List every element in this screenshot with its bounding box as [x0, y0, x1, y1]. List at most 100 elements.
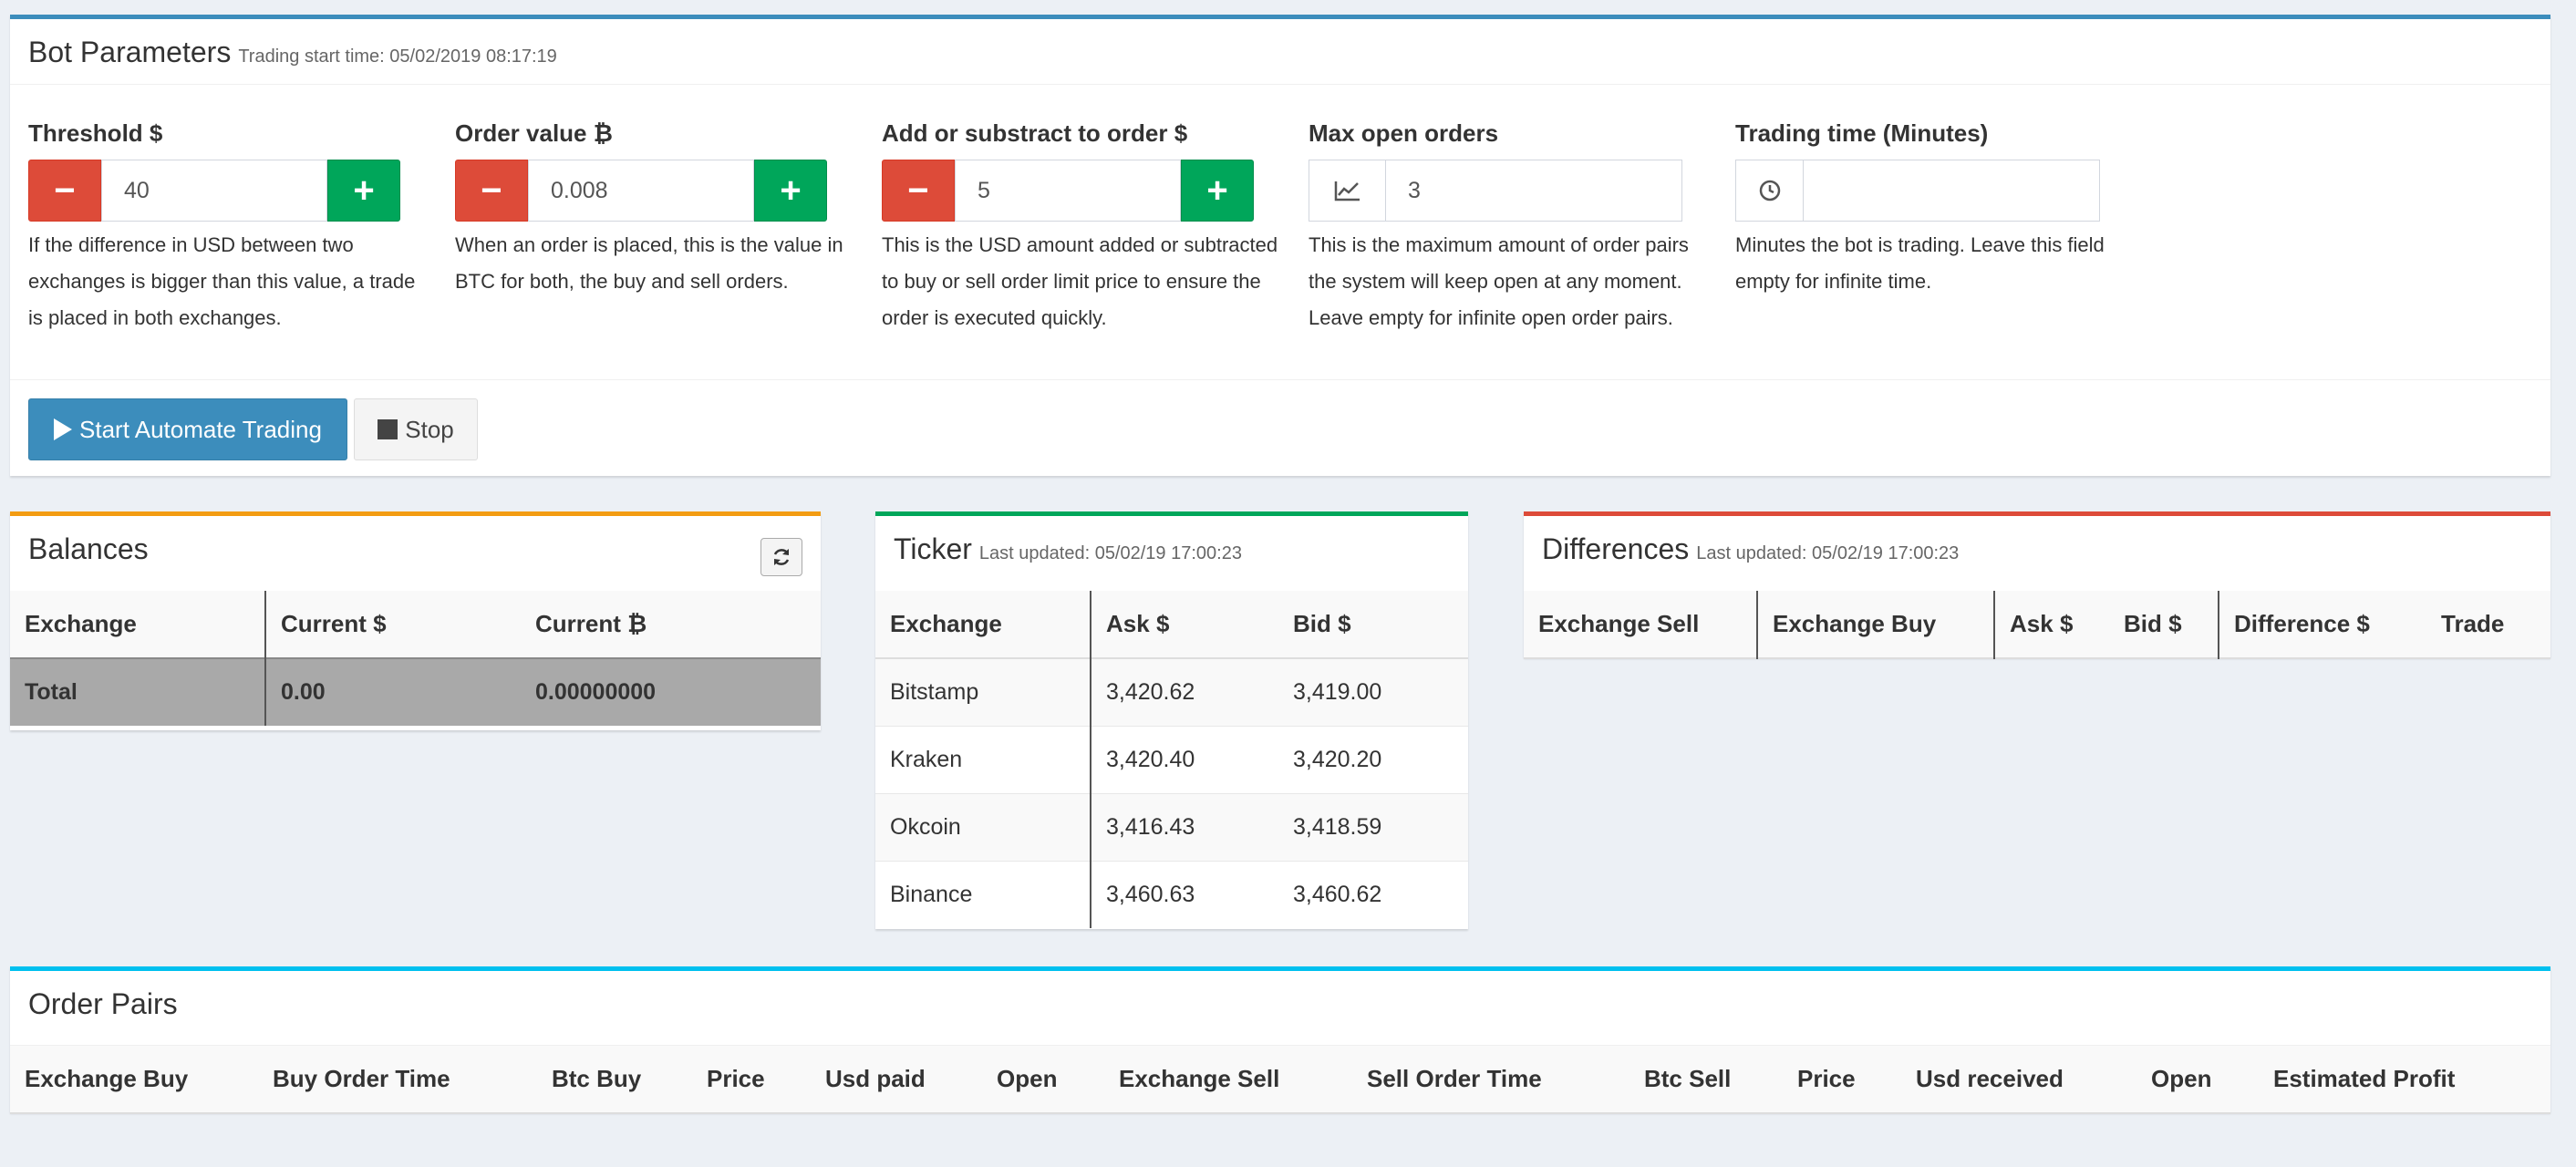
trading-time-param: Trading time (Minutes) Minutes the bot i…	[1735, 119, 2136, 300]
add-substract-param: Add or substract to order $ − 5 + This i…	[882, 119, 1283, 336]
ticker-table: Exchange Ask $ Bid $ Bitstamp 3,420.62 3…	[875, 591, 1468, 928]
order-pairs-header: Order Pairs	[10, 971, 2550, 1046]
balances-table: Exchange Current $ Current ₿ Total 0.00 …	[10, 591, 821, 726]
col-usd-received: Usd received	[1916, 1065, 2064, 1092]
ticker-bid: 3,420.20	[1278, 725, 1468, 793]
add-substract-label: Add or substract to order	[882, 119, 1168, 147]
balances-col-current-btc: Current	[535, 610, 621, 637]
differences-header-row: Exchange Sell Exchange Buy Ask $ Bid $ D…	[1524, 591, 2550, 658]
order-value-input[interactable]: 0.008	[528, 160, 754, 222]
differences-col-exchange-sell: Exchange Sell	[1538, 610, 1700, 637]
max-open-orders-param: Max open orders 3 This is the maximum am…	[1309, 119, 1710, 336]
col-sell-order-time: Sell Order Time	[1367, 1065, 1542, 1092]
balances-header-row: Exchange Current $ Current ₿	[10, 591, 821, 658]
table-row: Okcoin 3,416.43 3,418.59	[875, 792, 1468, 861]
col-btc-sell: Btc Sell	[1644, 1065, 1732, 1092]
plus-icon: +	[780, 170, 802, 211]
max-open-orders-help: This is the maximum amount of order pair…	[1309, 233, 1689, 329]
table-row: Bitstamp 3,420.62 3,419.00	[875, 657, 1468, 726]
trading-time-input[interactable]	[1803, 160, 2100, 222]
col-open-sell: Open	[2151, 1065, 2212, 1092]
trading-time-help: Minutes the bot is trading. Leave this f…	[1735, 233, 2105, 293]
stop-button[interactable]: Stop	[354, 398, 478, 460]
differences-title: Differences	[1542, 532, 1690, 565]
minus-icon: −	[481, 170, 502, 211]
threshold-increase-button[interactable]: +	[327, 160, 400, 222]
ticker-ask: 3,460.63	[1091, 860, 1278, 928]
dollar-icon: $	[149, 119, 163, 147]
col-open-buy: Open	[997, 1065, 1058, 1092]
total-usd: 0.00	[265, 657, 521, 726]
col-exchange-buy: Exchange Buy	[25, 1065, 189, 1092]
ticker-col-ask: Ask	[1106, 610, 1150, 637]
balances-title: Balances	[28, 532, 149, 565]
table-row: Kraken 3,420.40 3,420.20	[875, 725, 1468, 793]
threshold-help: If the difference in USD between two exc…	[28, 233, 416, 329]
ticker-ask: 3,420.62	[1091, 657, 1278, 726]
start-automate-trading-button[interactable]: Start Automate Trading	[28, 398, 347, 460]
total-label: Total	[10, 657, 266, 726]
minus-icon: −	[54, 170, 76, 211]
order-pairs-table: Exchange Buy Buy Order Time Btc Buy Pric…	[10, 1046, 2550, 1114]
balances-total-row: Total 0.00 0.00000000	[10, 657, 821, 726]
order-value-decrease-button[interactable]: −	[455, 160, 528, 222]
differences-col-bid: Bid	[2124, 610, 2162, 637]
dollar-icon: $	[1174, 119, 1188, 147]
order-value-increase-button[interactable]: +	[754, 160, 827, 222]
col-btc-buy: Btc Buy	[552, 1065, 642, 1092]
col-exchange-sell: Exchange Sell	[1119, 1065, 1280, 1092]
differences-col-ask: Ask	[2010, 610, 2054, 637]
differences-col-exchange-buy: Exchange Buy	[1773, 610, 1937, 637]
ticker-panel: Ticker Last updated: 05/02/19 17:00:23 E…	[875, 511, 1468, 929]
ticker-bid: 3,460.62	[1278, 860, 1468, 928]
stop-label: Stop	[405, 415, 454, 443]
differences-col-difference: Difference	[2234, 610, 2351, 637]
minus-icon: −	[907, 170, 929, 211]
order-value-param: Order value ₿ − 0.008 + When an order is…	[455, 119, 856, 300]
plus-icon: +	[1206, 170, 1228, 211]
add-substract-increase-button[interactable]: +	[1181, 160, 1254, 222]
refresh-icon	[773, 549, 790, 565]
bitcoin-icon: ₿	[593, 119, 613, 147]
bot-parameters-title: Bot Parameters	[28, 36, 232, 68]
col-buy-order-time: Buy Order Time	[273, 1065, 450, 1092]
ticker-bid: 3,419.00	[1278, 657, 1468, 726]
add-substract-help: This is the USD amount added or subtract…	[882, 233, 1278, 329]
dollar-icon: $	[2356, 610, 2370, 637]
differences-col-trade: Trade	[2441, 610, 2505, 637]
differences-last-updated: Last updated: 05/02/19 17:00:23	[1696, 543, 1960, 563]
add-substract-decrease-button[interactable]: −	[882, 160, 955, 222]
threshold-decrease-button[interactable]: −	[28, 160, 101, 222]
differences-header: Differences Last updated: 05/02/19 17:00…	[1524, 516, 2550, 591]
ticker-header: Ticker Last updated: 05/02/19 17:00:23	[875, 516, 1468, 591]
differences-table: Exchange Sell Exchange Buy Ask $ Bid $ D…	[1524, 591, 2550, 659]
threshold-input[interactable]: 40	[101, 160, 327, 222]
order-value-help: When an order is placed, this is the val…	[455, 233, 843, 293]
balances-header: Balances	[10, 516, 821, 591]
dollar-icon: $	[1155, 610, 1170, 637]
threshold-label: Threshold	[28, 119, 143, 147]
start-label: Start Automate Trading	[79, 415, 322, 443]
ticker-title: Ticker	[894, 532, 972, 565]
balances-panel: Balances Exchange Current $ Current ₿ To…	[10, 511, 821, 730]
order-pairs-title: Order Pairs	[28, 987, 178, 1020]
dollar-icon: $	[373, 610, 387, 637]
play-icon	[54, 418, 73, 440]
refresh-balances-button[interactable]	[760, 538, 802, 576]
differences-panel: Differences Last updated: 05/02/19 17:00…	[1524, 511, 2550, 659]
max-open-orders-input[interactable]: 3	[1385, 160, 1682, 222]
plus-icon: +	[353, 170, 375, 211]
col-usd-paid: Usd paid	[825, 1065, 926, 1092]
bitcoin-icon: ₿	[627, 610, 647, 637]
line-chart-icon	[1309, 160, 1385, 222]
stop-icon	[378, 419, 398, 439]
bot-parameters-header: Bot Parameters Trading start time: 05/02…	[10, 19, 2550, 85]
add-substract-input[interactable]: 5	[955, 160, 1181, 222]
ticker-header-row: Exchange Ask $ Bid $	[875, 591, 1468, 658]
threshold-param: Threshold $ − 40 + If the difference in …	[28, 119, 429, 336]
ticker-last-updated: Last updated: 05/02/19 17:00:23	[978, 543, 1242, 563]
col-price-sell: Price	[1797, 1065, 1856, 1092]
dollar-icon: $	[2059, 610, 2074, 637]
col-estimated-profit: Estimated Profit	[2273, 1065, 2456, 1092]
clock-icon	[1735, 160, 1803, 222]
